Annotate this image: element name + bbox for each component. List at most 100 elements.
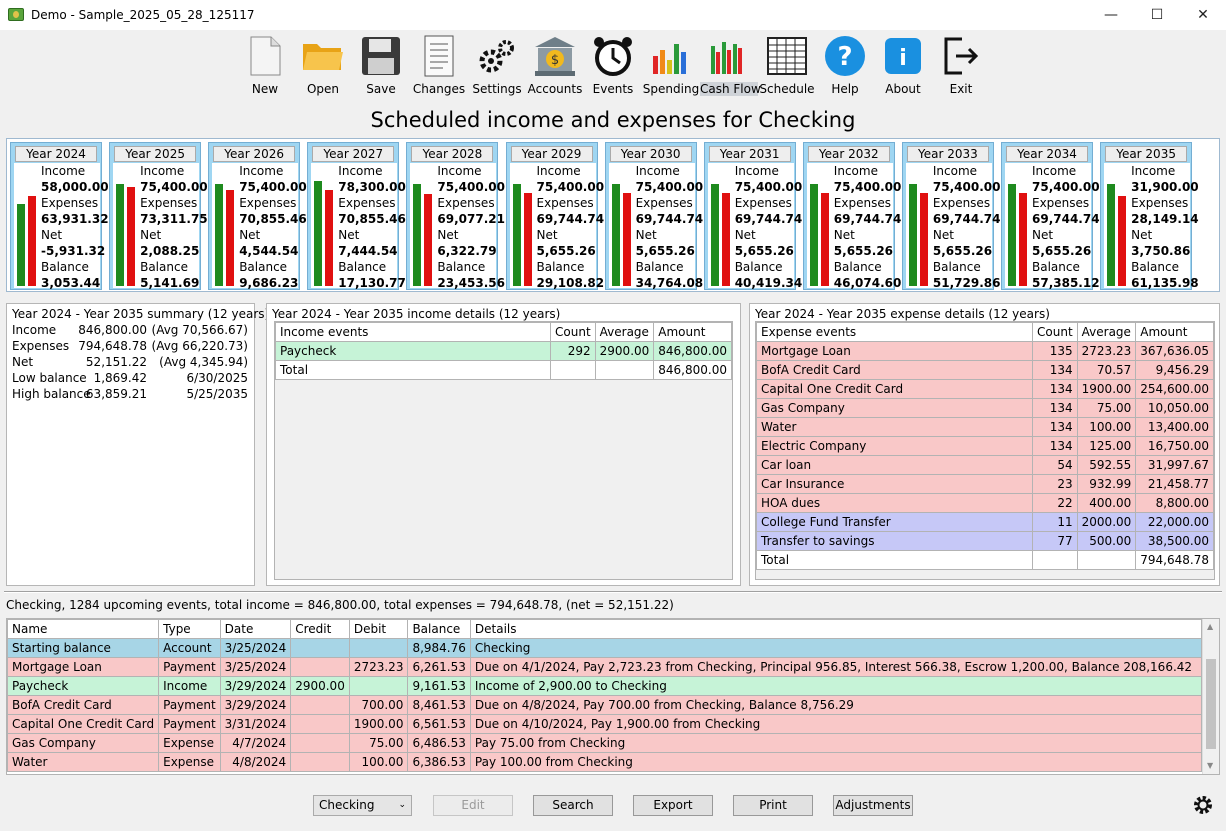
expense-col-count[interactable]: Count	[1032, 322, 1078, 342]
net-label: Net	[734, 228, 756, 242]
event-date: 4/7/2024	[219, 733, 292, 753]
income-col-count[interactable]: Count	[550, 322, 596, 342]
table-row[interactable]: Capital One Credit Card Payment 3/31/2024 1…	[7, 714, 1203, 734]
expense-col-name[interactable]: Expense events	[755, 322, 1034, 342]
income-value: 78,300.00	[338, 180, 406, 194]
expense-row-amount: 8,800.00	[1135, 493, 1214, 513]
expense-row-average: 592.55	[1076, 455, 1137, 475]
year-card[interactable]: Year 2034 Income 75,400.00 Expenses 69,744.7…	[1001, 142, 1100, 290]
events-col-balance[interactable]: Balance	[407, 619, 471, 639]
toolbar-new-button[interactable]: New	[236, 34, 294, 100]
table-row[interactable]: Paycheck Income 3/29/2024 2900.00 9,161.53 In…	[7, 676, 1203, 696]
year-card[interactable]: Year 2030 Income 75,400.00 Expenses 69,744.7…	[604, 142, 703, 290]
minimize-button[interactable]: —	[1088, 0, 1134, 30]
year-card[interactable]: Year 2032 Income 75,400.00 Expenses 69,744.7…	[802, 142, 901, 290]
expense-col-average[interactable]: Average	[1076, 322, 1137, 342]
events-col-details[interactable]: Details	[469, 619, 1203, 639]
net-value: 2,088.25	[140, 244, 200, 258]
expenses-value: 69,744.74	[734, 212, 803, 226]
balance-label: Balance	[635, 260, 684, 274]
toolbar-exit-button[interactable]: Exit	[932, 34, 990, 100]
income-label: Income	[1032, 164, 1077, 178]
expense-row[interactable]: Mortgage Loan 135 2723.23 367,636.05	[755, 341, 1214, 361]
year-card[interactable]: Year 2029 Income 75,400.00 Expenses 69,744.7…	[505, 142, 604, 290]
gear-icon[interactable]	[1192, 794, 1214, 816]
close-button[interactable]: ✕	[1180, 0, 1226, 30]
splitter[interactable]	[4, 591, 1222, 593]
expense-row[interactable]: Transfer to savings 77 500.00 38,500.00	[755, 531, 1214, 551]
income-row[interactable]: Paycheck 292 2900.00 846,800.00	[274, 341, 732, 361]
toolbar-accounts-button[interactable]: $ Accounts	[526, 34, 584, 100]
expense-row[interactable]: Electric Company 134 125.00 16,750.00	[755, 436, 1214, 456]
scroll-thumb[interactable]	[1206, 659, 1216, 749]
expense-row[interactable]: Water 134 100.00 13,400.00	[755, 417, 1214, 437]
toolbar-schedule-button[interactable]: Schedule	[758, 34, 816, 100]
year-card[interactable]: Year 2033 Income 75,400.00 Expenses 69,744.7…	[901, 142, 1000, 290]
scroll-up-icon[interactable]: ▲	[1207, 622, 1213, 631]
year-card[interactable]: Year 2031 Income 75,400.00 Expenses 69,744.7…	[703, 142, 802, 290]
table-row[interactable]: Water Expense 4/8/2024 100.00 6,386.53 Pay 10…	[7, 752, 1203, 772]
year-card[interactable]: Year 2028 Income 75,400.00 Expenses 69,077.2…	[406, 142, 505, 290]
income-col-amount[interactable]: Amount	[653, 322, 732, 342]
toolbar-changes-button[interactable]: Changes	[410, 34, 468, 100]
income-col-name[interactable]: Income events	[274, 322, 552, 342]
table-row[interactable]: Gas Company Expense 4/7/2024 75.00 6,486.53 P…	[7, 733, 1203, 753]
year-card[interactable]: Year 2024 Income 58,000.00 Expenses 63,931.3…	[10, 142, 109, 290]
year-card[interactable]: Year 2026 Income 75,400.00 Expenses 70,855.4…	[208, 142, 307, 290]
toolbar-events-button[interactable]: Events	[584, 34, 642, 100]
toolbar-save-button[interactable]: Save	[352, 34, 410, 100]
year-card-title: Year 2031	[708, 146, 791, 162]
year-card[interactable]: Year 2027 Income 78,300.00 Expenses 70,855.4…	[307, 142, 406, 290]
expense-row[interactable]: College Fund Transfer 11 2000.00 22,000.00	[755, 512, 1214, 532]
expense-row[interactable]: Capital One Credit Card 134 1900.00 254,600…	[755, 379, 1214, 399]
table-row[interactable]: Starting balance Account 3/25/2024 8,984.76…	[7, 638, 1203, 658]
expense-row[interactable]: BofA Credit Card 134 70.57 9,456.29	[755, 360, 1214, 380]
income-col-average[interactable]: Average	[594, 322, 655, 342]
expense-row[interactable]: Gas Company 134 75.00 10,050.00	[755, 398, 1214, 418]
events-col-name[interactable]: Name	[7, 619, 160, 639]
net-label: Net	[635, 228, 657, 242]
toolbar-about-button[interactable]: i About	[874, 34, 932, 100]
year-card[interactable]: Year 2025 Income 75,400.00 Expenses 73,311.7…	[109, 142, 208, 290]
income-total-row: Total 846,800.00	[274, 360, 732, 380]
summary-panel: Year 2024 - Year 2035 summary (12 years)…	[6, 303, 269, 586]
summary-row-value: 794,648.78	[78, 339, 147, 353]
expense-row[interactable]: Car loan 54 592.55 31,997.67	[755, 455, 1214, 475]
toolbar-cash-flow-button[interactable]: Cash Flow	[700, 34, 761, 100]
income-value: 75,400.00	[932, 180, 1001, 194]
summary-row-value: 1,869.42	[93, 371, 147, 385]
events-col-credit[interactable]: Credit	[290, 619, 350, 639]
toolbar-spending-button[interactable]: Spending	[642, 34, 700, 100]
expenses-label: Expenses	[536, 196, 594, 210]
year-card[interactable]: Year 2035 Income 31,900.00 Expenses 28,149.1…	[1100, 142, 1199, 290]
expense-row-count: 54	[1032, 455, 1078, 475]
summary-row-value: 52,151.22	[85, 355, 147, 369]
income-label: Income	[338, 164, 383, 178]
toolbar-open-button[interactable]: Open	[294, 34, 352, 100]
edit-button[interactable]: Edit	[433, 795, 513, 816]
expenses-value: 69,744.74	[833, 212, 902, 226]
scroll-down-icon[interactable]: ▼	[1207, 761, 1213, 770]
print-button[interactable]: Print	[733, 795, 813, 816]
maximize-button[interactable]: ☐	[1134, 0, 1180, 30]
events-col-debit[interactable]: Debit	[348, 619, 409, 639]
gears-icon	[468, 34, 526, 78]
toolbar-settings-button[interactable]: Settings	[468, 34, 526, 100]
table-row[interactable]: BofA Credit Card Payment 3/29/2024 700.00 8,…	[7, 695, 1203, 715]
event-details: Due on 4/8/2024, Pay 700.00 from Checkin…	[469, 695, 1203, 715]
expense-row[interactable]: Car Insurance 23 932.99 21,458.77	[755, 474, 1214, 494]
search-button[interactable]: Search	[533, 795, 613, 816]
account-select[interactable]: Checking ⌄	[313, 795, 412, 816]
table-row[interactable]: Mortgage Loan Payment 3/25/2024 2723.23 6,26…	[7, 657, 1203, 677]
expense-col-amount[interactable]: Amount	[1135, 322, 1214, 342]
expense-row[interactable]: HOA dues 22 400.00 8,800.00	[755, 493, 1214, 513]
events-col-type[interactable]: Type	[158, 619, 221, 639]
net-label: Net	[338, 228, 360, 242]
export-button[interactable]: Export	[633, 795, 713, 816]
events-scrollbar[interactable]: ▲ ▼	[1202, 619, 1219, 774]
income-row-average: 2900.00	[594, 341, 655, 361]
status-text: Checking, 1284 upcoming events, total in…	[6, 598, 674, 612]
toolbar-help-button[interactable]: ? Help	[816, 34, 874, 100]
events-col-date[interactable]: Date	[219, 619, 292, 639]
adjustments-button[interactable]: Adjustments	[833, 795, 913, 816]
